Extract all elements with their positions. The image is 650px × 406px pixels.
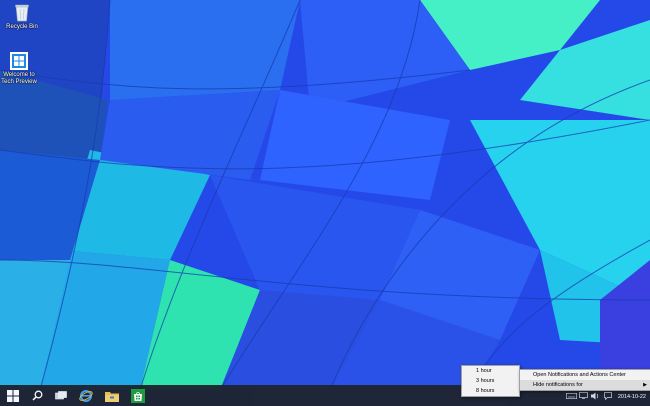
menu-item-hide-notifications-for[interactable]: Hide notifications for ▶ [520,380,650,390]
submenu-arrow-icon: ▶ [643,382,647,388]
internet-explorer-button[interactable] [73,385,99,406]
start-button[interactable] [1,385,25,406]
clock-date: 2014-10-22 [617,394,646,400]
welcome-label-line1: Welcome to [3,72,35,78]
desktop-wallpaper [0,0,650,390]
hide-notifications-submenu: 1 hour 3 hours 8 hours [461,365,520,397]
menu-item-8-hours[interactable]: 8 hours [462,386,519,396]
hide-notifications-label: Hide notifications for [533,382,583,388]
volume-icon [591,392,599,399]
task-view-button[interactable] [49,385,73,406]
menu-item-3-hours[interactable]: 3 hours [462,376,519,386]
internet-explorer-icon [79,389,93,402]
clock[interactable]: 2014-10-22 [614,394,650,401]
network-icon [579,392,589,399]
task-view-icon [55,390,67,399]
file-explorer-button[interactable] [99,385,125,406]
action-center-context-menu: Open Notifications and Actions Center Hi… [519,369,650,391]
search-icon [31,390,42,401]
recycle-bin-label: Recycle Bin [6,24,38,30]
windows-logo-icon [10,52,28,70]
welcome-label-line2: Tech Preview [1,79,37,85]
search-button[interactable] [25,385,49,406]
menu-item-1-hour[interactable]: 1 hour [462,366,519,376]
recycle-bin-desktop-icon[interactable]: Recycle Bin [0,3,44,31]
welcome-tech-preview-desktop-icon[interactable]: Welcome to Tech Preview [0,52,41,86]
file-explorer-icon [105,391,119,402]
keyboard-icon [566,392,578,399]
start-icon [7,389,19,402]
store-icon [131,388,145,403]
store-button[interactable] [125,385,151,406]
menu-item-open-notifications[interactable]: Open Notifications and Actions Center [520,370,650,380]
recycle-bin-icon [15,4,29,22]
action-center-icon [604,391,612,400]
